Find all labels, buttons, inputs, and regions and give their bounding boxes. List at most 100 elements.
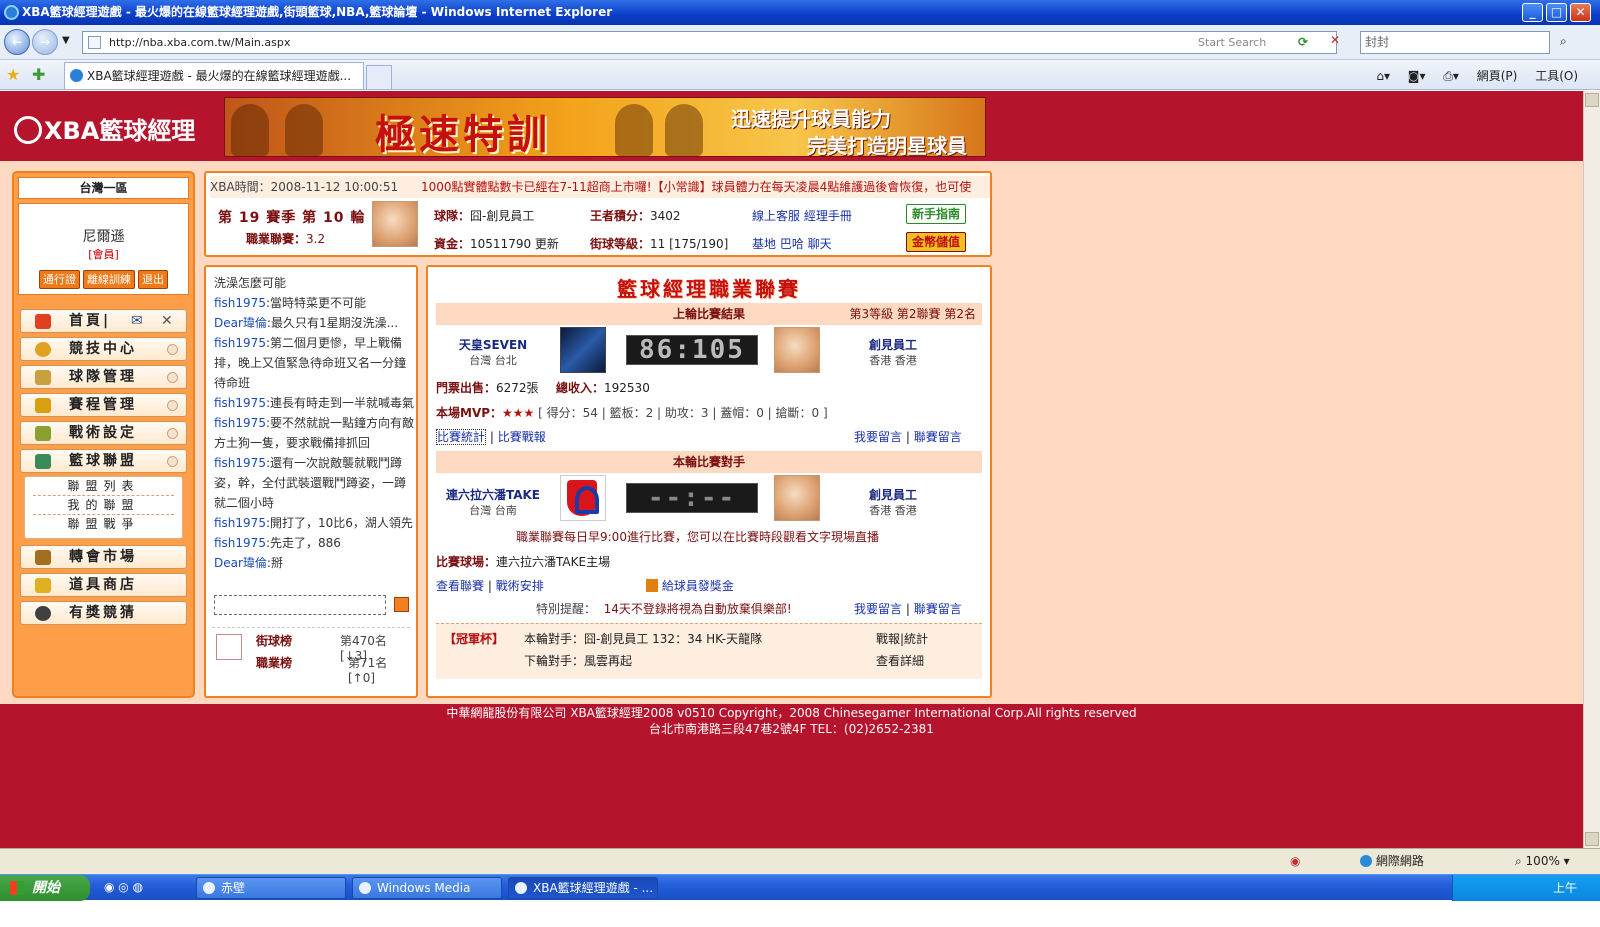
zoom-control[interactable]: ⌕ 100% ▾ — [1515, 849, 1570, 873]
favorites-star-icon[interactable]: ★ — [6, 65, 20, 84]
banner-title: 極速特訓 — [375, 112, 551, 157]
scroll-up-icon[interactable] — [1585, 93, 1599, 107]
chat-sender[interactable]: fish1975 — [214, 396, 266, 410]
menu-league[interactable]: 籃球聯盟 — [20, 449, 187, 473]
tactics-link[interactable]: 戰術安排 — [496, 579, 544, 593]
send-icon[interactable] — [394, 597, 409, 612]
next-away-team[interactable]: 創見員工 香港 香港 — [838, 487, 948, 519]
menu-home[interactable]: 首頁| ✉ ✕ — [20, 309, 187, 333]
history-dropdown-icon[interactable]: ▼ — [62, 35, 70, 46]
chat-sender[interactable]: Dear瑋倫 — [214, 556, 267, 570]
chat-input[interactable] — [214, 595, 386, 615]
forward-button[interactable]: → — [32, 29, 58, 55]
cup-report-link[interactable]: 戰報|統計 — [876, 630, 928, 647]
tactics-icon — [35, 426, 51, 441]
stop-icon[interactable]: ✕ — [1330, 33, 1340, 47]
back-button[interactable]: ← — [4, 29, 30, 55]
leave-message-link[interactable]: 我要留言 — [854, 430, 902, 444]
home-icon[interactable]: ⌂▾ — [1376, 69, 1390, 83]
leave-message-link-2[interactable]: 我要留言 — [854, 602, 902, 616]
match-report-link[interactable]: 比賽戰報 — [498, 430, 546, 444]
new-tab-button[interactable] — [366, 65, 392, 89]
last-match-header: 上輪比賽結果 第3等級 第2聯賽 第2名 — [436, 303, 982, 325]
user-buttons: 通行證 離線訓練 退出 — [25, 270, 185, 289]
task-media-player[interactable]: Windows Media Player — [352, 877, 502, 915]
newbie-guide-button[interactable]: 新手指南 — [906, 204, 966, 224]
ticker-text[interactable]: 1000點實體點數卡已經在7-11超商上市囉!【小常識】球員體力在每天凌晨4點維… — [421, 180, 971, 194]
menu-team[interactable]: 球隊管理 — [20, 365, 187, 389]
start-search-hint: Start Search — [1198, 36, 1267, 49]
menu-transfer[interactable]: 轉會市場 — [20, 545, 187, 569]
gold-topup-button[interactable]: 金幣儲值 — [906, 232, 966, 252]
tools-icon[interactable]: ✕ — [161, 310, 176, 332]
page-menu[interactable]: 網頁(P) — [1477, 69, 1518, 83]
minimize-button[interactable]: _ — [1522, 3, 1543, 22]
site-logo[interactable]: XBA籃球經理 — [14, 111, 195, 146]
offline-training-button[interactable]: 離線訓練 — [83, 270, 135, 289]
menu-shop[interactable]: 道具商店 — [20, 573, 187, 597]
page-icon — [88, 36, 101, 49]
bonus-link[interactable]: 給球員發獎金 — [662, 579, 734, 593]
submenu-league-war[interactable]: 聯盟戰爭 — [33, 515, 174, 534]
scroll-down-icon[interactable] — [1585, 832, 1599, 846]
passport-button[interactable]: 通行證 — [39, 270, 80, 289]
team-icon — [35, 370, 51, 385]
start-button[interactable]: 開始 — [0, 875, 90, 901]
taskbar: 開始 ◉ ◎ ◍ 赤壁 Windows Media Player XBA籃球經理… — [0, 874, 1600, 921]
security-icon[interactable]: ◉ — [1290, 849, 1300, 873]
maximize-button[interactable]: □ — [1546, 3, 1567, 22]
next-away-location: 香港 香港 — [869, 504, 917, 517]
submenu-league-list[interactable]: 聯盟列表 — [33, 477, 174, 496]
match-stats-link[interactable]: 比賽統計 — [436, 429, 487, 445]
search-icon[interactable]: ⌕ — [1560, 34, 1567, 49]
next-home-team[interactable]: 連六拉六潘TAKE 台灣 台南 — [438, 487, 548, 519]
chat-message: fish1975:要不然就說一點鐘方向有敵方土狗一隻，要求戰備排抓回 — [214, 413, 414, 453]
quicklaunch-icon[interactable]: ◉ ◎ ◍ — [104, 880, 143, 894]
logout-button[interactable]: 退出 — [138, 270, 168, 289]
window-title-bar: XBA籃球經理遊戲 - 最火爆的在線籃球經理遊戲,街頭籃球,NBA,籃球論壇 -… — [0, 0, 1600, 25]
refresh-icon[interactable]: ⟳ — [1298, 35, 1308, 49]
income-value: 192530 — [604, 381, 650, 395]
print-icon[interactable]: ⎙▾ — [1443, 69, 1459, 83]
league-message-link[interactable]: 聯賽留言 — [914, 430, 962, 444]
away-team-location: 香港 香港 — [869, 354, 917, 367]
cup-detail-link[interactable]: 查看詳細 — [876, 652, 924, 669]
task-ie-xba[interactable]: XBA籃球經理遊戲 - ... — [508, 877, 658, 899]
tab-xba[interactable]: XBA籃球經理遊戲 - 最火爆的在線籃球經理遊戲... — [64, 62, 364, 89]
away-team[interactable]: 創見員工 香港 香港 — [838, 337, 948, 369]
promo-banner[interactable]: 極速特訓 迅速提升球員能力 完美打造明星球員 — [224, 97, 986, 157]
team-avatar[interactable] — [372, 201, 418, 247]
search-input[interactable]: 封封 — [1360, 31, 1550, 54]
fund-value[interactable]: 10511790 更新 — [470, 237, 559, 251]
menu-quiz[interactable]: 有獎競猜 — [20, 601, 187, 625]
vertical-scrollbar[interactable] — [1583, 91, 1600, 848]
menu-tactics[interactable]: 戰術設定 — [20, 421, 187, 445]
mail-icon[interactable]: ✉ — [131, 310, 146, 332]
help-links[interactable]: 線上客服 經理手冊 — [752, 209, 852, 223]
view-league-link[interactable]: 查看聯賽 — [436, 579, 484, 593]
cup-box: 【冠軍杯】 本輪對手：囧-創見員工 132：34 HK-天龍隊 下輪對手：風雲再… — [436, 623, 982, 679]
add-favorite-icon[interactable]: ✚ — [32, 65, 45, 84]
chat-sender[interactable]: fish1975 — [214, 516, 266, 530]
chat-sender[interactable]: Dear瑋倫 — [214, 316, 267, 330]
chat-sender[interactable]: fish1975 — [214, 336, 266, 350]
season-round: 第 19 賽季 第 10 輪 — [218, 210, 366, 226]
clock[interactable]: 上午 09:59 — [1553, 881, 1588, 921]
spade-icon — [35, 606, 51, 621]
submenu-my-league[interactable]: 我的聯盟 — [33, 496, 174, 515]
home-team[interactable]: 天皇SEVEN 台灣 台北 — [438, 337, 548, 369]
menu-schedule[interactable]: 賽程管理 — [20, 393, 187, 417]
chat-sender[interactable]: fish1975 — [214, 456, 266, 470]
zone-indicator: 網際網路 — [1360, 849, 1424, 873]
address-bar[interactable]: http://nba.xba.com.tw/Main.aspx — [82, 31, 1337, 54]
chat-sender[interactable]: fish1975 — [214, 536, 266, 550]
chat-sender[interactable]: fish1975 — [214, 416, 266, 430]
task-chibi[interactable]: 赤壁 — [196, 877, 346, 899]
league-message-link-2[interactable]: 聯賽留言 — [914, 602, 962, 616]
close-button[interactable]: ✕ — [1570, 3, 1591, 22]
menu-arena[interactable]: 競技中心 — [20, 337, 187, 361]
feeds-icon[interactable]: ◙▾ — [1408, 69, 1426, 83]
tools-menu[interactable]: 工具(O) — [1535, 69, 1578, 83]
chat-sender[interactable]: fish1975 — [214, 296, 266, 310]
community-links[interactable]: 基地 巴哈 聊天 — [752, 237, 832, 251]
